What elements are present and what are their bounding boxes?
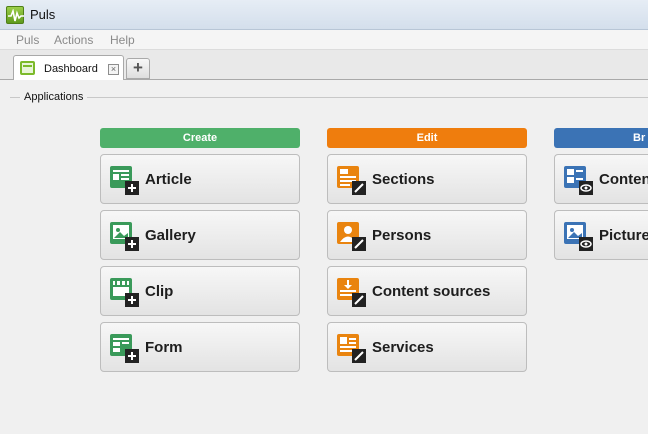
- dashboard-content: Applications Create Edit Br Article Gall…: [0, 80, 648, 434]
- services-tile[interactable]: Services: [327, 322, 527, 372]
- menu-bar: Puls Actions Help: [0, 30, 648, 50]
- article-tile[interactable]: Article: [100, 154, 300, 204]
- gallery-add-icon: [110, 222, 139, 251]
- menu-puls[interactable]: Puls: [16, 33, 39, 47]
- edit-header: Edit: [327, 128, 527, 148]
- tab-dashboard[interactable]: Dashboard ×: [13, 55, 124, 81]
- create-header: Create: [100, 128, 300, 148]
- sections-label: Sections: [372, 171, 435, 188]
- picture-browse-icon: [564, 222, 593, 251]
- tab-dashboard-label: Dashboard: [44, 63, 98, 75]
- form-label: Form: [145, 339, 183, 356]
- content-sources-edit-icon: [337, 278, 366, 307]
- puls-app-icon: [6, 6, 24, 24]
- content-browse-tile[interactable]: Conten: [554, 154, 648, 204]
- persons-edit-icon: [337, 222, 366, 251]
- clip-add-icon: [110, 278, 139, 307]
- menu-help[interactable]: Help: [110, 33, 135, 47]
- article-add-icon: [110, 166, 139, 195]
- gallery-label: Gallery: [145, 227, 196, 244]
- form-tile[interactable]: Form: [100, 322, 300, 372]
- content-browse-icon: [564, 166, 593, 195]
- services-edit-icon: [337, 334, 366, 363]
- form-add-icon: [110, 334, 139, 363]
- sections-tile[interactable]: Sections: [327, 154, 527, 204]
- content-browse-label: Conten: [599, 171, 648, 188]
- persons-tile[interactable]: Persons: [327, 210, 527, 260]
- window-title: Puls: [30, 7, 56, 22]
- dashboard-icon: [20, 61, 35, 75]
- persons-label: Persons: [372, 227, 432, 244]
- tab-strip: Dashboard × +: [0, 50, 648, 81]
- services-label: Services: [372, 339, 434, 356]
- picture-browse-tile[interactable]: Picture: [554, 210, 648, 260]
- add-tab-button[interactable]: +: [126, 58, 150, 79]
- picture-browse-label: Picture: [599, 227, 648, 244]
- content-sources-label: Content sources: [372, 283, 491, 300]
- menu-actions[interactable]: Actions: [54, 33, 93, 47]
- close-icon[interactable]: ×: [108, 64, 119, 75]
- article-label: Article: [145, 171, 192, 188]
- gallery-tile[interactable]: Gallery: [100, 210, 300, 260]
- group-divider: [10, 97, 648, 98]
- applications-group-label: Applications: [20, 91, 88, 103]
- clip-label: Clip: [145, 283, 174, 300]
- browse-header: Br: [554, 128, 648, 148]
- clip-tile[interactable]: Clip: [100, 266, 300, 316]
- sections-edit-icon: [337, 166, 366, 195]
- content-sources-tile[interactable]: Content sources: [327, 266, 527, 316]
- title-bar: Puls: [0, 0, 648, 30]
